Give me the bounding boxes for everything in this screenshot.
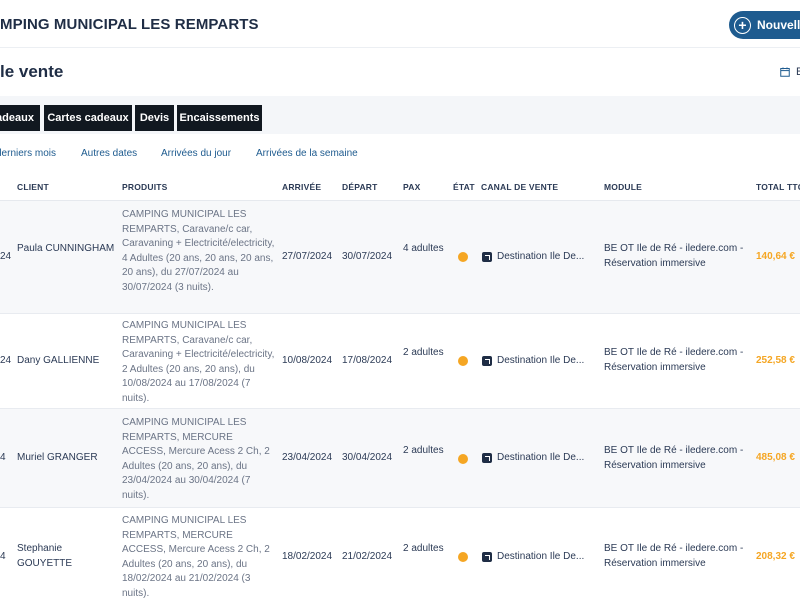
pax-count: 2 adultes — [403, 543, 444, 554]
sales-channel-label: Destination Ile De... — [497, 551, 585, 562]
product-description: CAMPING MUNICIPAL LES REMPARTS, Caravane… — [122, 209, 275, 293]
sales-channel: Destination Ile De... — [482, 250, 584, 265]
total-amount: 208,32 € — [756, 551, 795, 562]
page-title: le vente — [0, 62, 64, 81]
client-name[interactable]: Stephanie GOUYETTE — [17, 542, 117, 571]
creation-date: 24 — [0, 251, 12, 262]
module-name: BE OT Ile de Ré - iledere.com - Réservat… — [604, 543, 744, 569]
client-name[interactable]: Muriel GRANGER — [17, 451, 117, 466]
header-module[interactable]: MODULE — [604, 182, 642, 192]
status-dot-icon — [458, 252, 468, 262]
tab-cartes-cadeaux[interactable]: Cartes cadeaux — [44, 105, 132, 131]
creation-date: 4 — [0, 551, 6, 562]
module-name: BE OT Ile de Ré - iledere.com - Réservat… — [604, 243, 744, 269]
external-link-icon — [482, 552, 492, 563]
pax-count: 2 adultes — [403, 347, 444, 358]
table-row[interactable]: 4 Muriel GRANGER CAMPING MUNICIPAL LES R… — [0, 409, 800, 508]
table-header: CLIENT PRODUITS ARRIVÉE DÉPART PAX ÉTAT … — [0, 174, 800, 201]
arrival-date: 27/07/2024 — [282, 251, 333, 262]
sales-channel-label: Destination Ile De... — [497, 251, 585, 262]
table-row[interactable]: 4 Stephanie GOUYETTE CAMPING MUNICIPAL L… — [0, 508, 800, 600]
export-link[interactable]: E — [780, 66, 800, 78]
creation-date: 4 — [0, 452, 6, 463]
sales-channel: Destination Ile De... — [482, 550, 584, 565]
arrival-date: 18/02/2024 — [282, 551, 333, 562]
total-amount: 140,64 € — [756, 251, 795, 262]
module-name: BE OT Ile de Ré - iledere.com - Réservat… — [604, 445, 744, 471]
sales-channel: Destination Ile De... — [482, 451, 584, 466]
date-filters: derniers mois Autres dates Arrivées du j… — [0, 148, 800, 162]
client-name[interactable]: Paula CUNNINGHAM — [17, 242, 117, 257]
header-client[interactable]: CLIENT — [17, 182, 49, 192]
creation-date: 24 — [0, 355, 12, 366]
header-canal[interactable]: CANAL DE VENTE — [481, 182, 558, 192]
tab-devis[interactable]: Devis — [135, 105, 174, 131]
status-dot-icon — [458, 454, 468, 464]
external-link-icon — [482, 453, 492, 464]
sales-channel: Destination Ile De... — [482, 354, 584, 369]
calendar-icon — [780, 67, 790, 77]
header-produits[interactable]: PRODUITS — [122, 182, 168, 192]
header-depart[interactable]: DÉPART — [342, 182, 378, 192]
tab-cadeaux[interactable]: adeaux — [0, 105, 40, 131]
client-name[interactable]: Dany GALLIENNE — [17, 354, 117, 369]
status-dot-icon — [458, 356, 468, 366]
header-pax[interactable]: PAX — [403, 182, 420, 192]
product-description: CAMPING MUNICIPAL LES REMPARTS, MERCURE … — [122, 515, 270, 599]
sales-channel-label: Destination Ile De... — [497, 355, 585, 366]
export-label: E — [796, 66, 800, 78]
product-description: CAMPING MUNICIPAL LES REMPARTS, Caravane… — [122, 320, 275, 404]
site-title: MPING MUNICIPAL LES REMPARTS — [0, 16, 259, 33]
new-booking-label: Nouvelle — [757, 18, 800, 32]
departure-date: 21/02/2024 — [342, 551, 393, 562]
filter-arrivees-jour[interactable]: Arrivées du jour — [161, 148, 231, 159]
filter-autres-dates[interactable]: Autres dates — [81, 148, 137, 159]
pax-count: 4 adultes — [403, 243, 444, 254]
arrival-date: 10/08/2024 — [282, 355, 333, 366]
header-arrivee[interactable]: ARRIVÉE — [282, 182, 321, 192]
table-row[interactable]: 24 Paula CUNNINGHAM CAMPING MUNICIPAL LE… — [0, 201, 800, 314]
departure-date: 17/08/2024 — [342, 355, 393, 366]
departure-date: 30/07/2024 — [342, 251, 393, 262]
external-link-icon — [482, 356, 492, 367]
module-name: BE OT Ile de Ré - iledere.com - Réservat… — [604, 347, 744, 373]
total-amount: 485,08 € — [756, 452, 795, 463]
header-total[interactable]: TOTAL TTC — [756, 182, 800, 192]
new-booking-button[interactable]: + Nouvelle — [729, 11, 800, 39]
top-bar: MPING MUNICIPAL LES REMPARTS + Nouvelle — [0, 0, 800, 48]
plus-icon: + — [734, 16, 751, 34]
filter-arrivees-semaine[interactable]: Arrivées de la semaine — [256, 148, 358, 159]
pax-count: 2 adultes — [403, 445, 444, 456]
arrival-date: 23/04/2024 — [282, 452, 333, 463]
product-description: CAMPING MUNICIPAL LES REMPARTS, MERCURE … — [122, 417, 270, 501]
sales-channel-label: Destination Ile De... — [497, 452, 585, 463]
total-amount: 252,58 € — [756, 355, 795, 366]
departure-date: 30/04/2024 — [342, 452, 393, 463]
filter-derniers-mois[interactable]: derniers mois — [0, 148, 56, 159]
tab-encaissements[interactable]: Encaissements — [177, 105, 262, 131]
header-etat[interactable]: ÉTAT — [453, 182, 475, 192]
table-row[interactable]: 24 Dany GALLIENNE CAMPING MUNICIPAL LES … — [0, 314, 800, 409]
status-dot-icon — [458, 552, 468, 562]
external-link-icon — [482, 252, 492, 263]
